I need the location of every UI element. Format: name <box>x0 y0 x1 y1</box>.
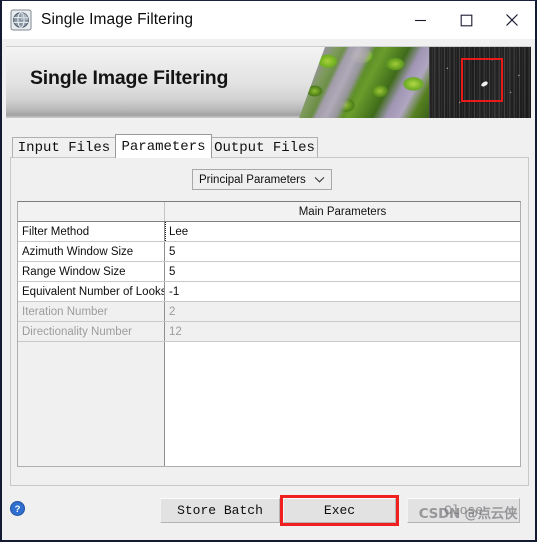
sar-grayscale-image <box>429 47 531 118</box>
param-name-equivalent-number-of-looks: Equivalent Number of Looks <box>18 282 165 301</box>
banner-image-strip <box>299 47 531 118</box>
window-title: Single Image Filtering <box>41 11 194 28</box>
globe-icon <box>10 9 32 31</box>
table-empty-right <box>165 342 520 466</box>
close-button[interactable] <box>489 1 535 39</box>
param-value-azimuth-window-size[interactable]: 5 <box>165 242 520 261</box>
help-icon[interactable]: ? <box>10 501 25 516</box>
table-empty-area <box>18 342 520 466</box>
table-row[interactable]: Equivalent Number of Looks -1 <box>18 282 520 302</box>
param-name-range-window-size: Range Window Size <box>18 262 165 281</box>
aerial-road-overlay <box>299 47 429 118</box>
maximize-icon <box>460 14 472 26</box>
window-controls <box>397 1 535 39</box>
svg-text:?: ? <box>15 504 21 515</box>
table-header-main-parameters: Main Parameters <box>165 202 520 221</box>
close-icon <box>506 14 518 26</box>
maximize-button[interactable] <box>443 1 489 39</box>
tab-output-files[interactable]: Output Files <box>211 137 318 158</box>
table-header-row: Main Parameters <box>18 202 520 222</box>
chevron-down-icon <box>314 177 325 183</box>
parameter-set-select[interactable]: Principal Parameters <box>192 169 332 190</box>
table-row[interactable]: Range Window Size 5 <box>18 262 520 282</box>
minimize-button[interactable] <box>397 1 443 39</box>
param-name-azimuth-window-size: Azimuth Window Size <box>18 242 165 261</box>
param-name-iteration-number: Iteration Number <box>18 302 165 321</box>
parameters-panel: Principal Parameters Main Parameters Fil… <box>10 157 529 486</box>
table-row: Iteration Number 2 <box>18 302 520 322</box>
table-empty-left <box>18 342 165 466</box>
param-value-iteration-number: 2 <box>165 302 520 321</box>
tab-parameters[interactable]: Parameters <box>115 134 212 158</box>
table-header-blank <box>18 202 165 221</box>
application-window: Single Image Filtering Single Image Filt… <box>0 0 537 542</box>
param-value-filter-method[interactable]: Lee <box>165 222 520 241</box>
parameters-table[interactable]: Main Parameters Filter Method Lee Azimut… <box>17 201 521 467</box>
close-dialog-button[interactable]: Close <box>407 498 520 523</box>
table-row[interactable]: Filter Method Lee <box>18 222 520 242</box>
param-value-equivalent-number-of-looks[interactable]: -1 <box>165 282 520 301</box>
footer-bar: ? Store Batch Exec Close CSDN @点云侠 <box>2 487 535 540</box>
store-batch-button[interactable]: Store Batch <box>160 498 280 523</box>
parameter-set-value: Principal Parameters <box>199 173 306 186</box>
param-value-directionality-number: 12 <box>165 322 520 341</box>
table-row: Directionality Number 12 <box>18 322 520 342</box>
banner-title: Single Image Filtering <box>30 67 229 89</box>
title-bar: Single Image Filtering <box>2 1 535 39</box>
tab-strip: Input Files Parameters Output Files <box>10 134 529 158</box>
param-name-filter-method: Filter Method <box>18 222 165 241</box>
exec-button[interactable]: Exec <box>283 498 396 523</box>
minimize-icon <box>414 19 426 21</box>
param-value-range-window-size[interactable]: 5 <box>165 262 520 281</box>
tab-input-files[interactable]: Input Files <box>12 137 116 158</box>
banner: Single Image Filtering <box>6 46 531 118</box>
table-row[interactable]: Azimuth Window Size 5 <box>18 242 520 262</box>
param-name-directionality-number: Directionality Number <box>18 322 165 341</box>
red-box-annotation <box>461 58 503 102</box>
